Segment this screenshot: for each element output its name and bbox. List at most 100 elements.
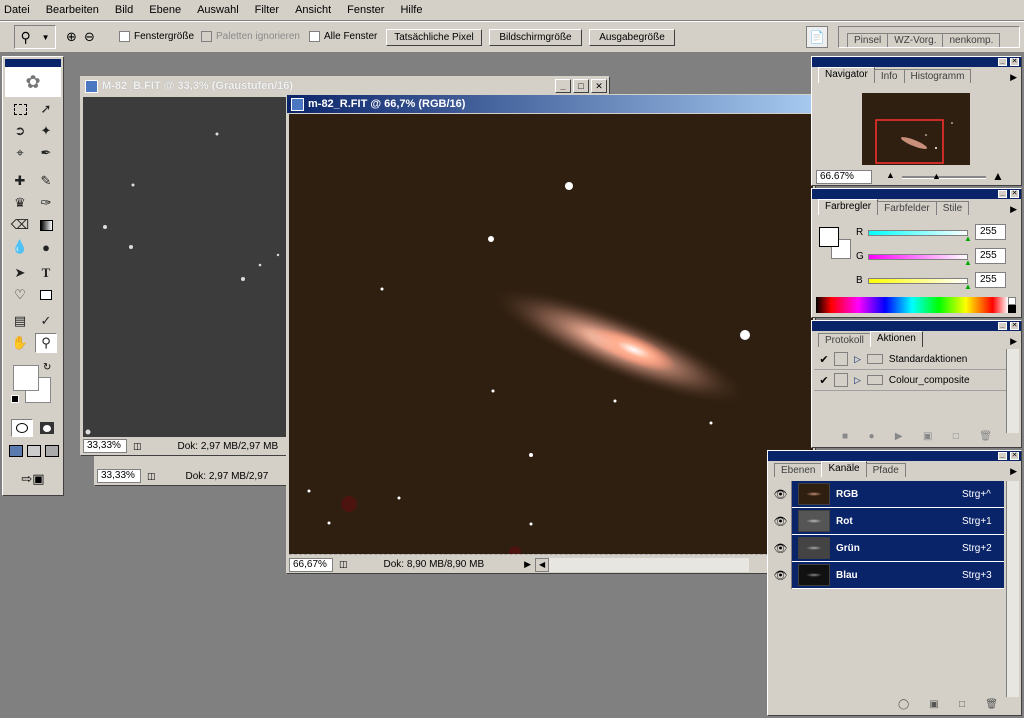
channel-row-rgb[interactable]: 👁 RGB Strg+^ — [770, 480, 1004, 508]
swap-colors-icon[interactable]: ↻ — [43, 362, 51, 373]
fenstergroesse-checkbox[interactable]: Fenstergröße — [119, 31, 194, 42]
bildschirmgroesse-button[interactable]: Bildschirmgröße — [489, 29, 582, 46]
ausgabegroesse-button[interactable]: Ausgabegröße — [589, 29, 675, 46]
tab-aktionen[interactable]: Aktionen — [869, 331, 923, 347]
palette-titlebar[interactable]: _ ✕ — [812, 321, 1021, 331]
new-action-icon[interactable]: □ — [953, 431, 959, 445]
navigator-zoom-field[interactable]: 66.67% — [816, 170, 872, 184]
tab-histogramm[interactable]: Histogramm — [903, 69, 972, 83]
shape-tool-icon[interactable] — [35, 285, 57, 305]
palette-close-button[interactable]: ✕ — [1010, 322, 1019, 330]
menu-ansicht[interactable]: Ansicht — [295, 4, 331, 16]
save-selection-icon[interactable]: ▣ — [929, 699, 938, 713]
brush-tool-icon[interactable]: ✎ — [35, 171, 57, 191]
delete-icon[interactable]: 🗑 — [979, 431, 992, 445]
zoom-field[interactable]: 66,67% — [289, 557, 333, 572]
document-window-b-secondary[interactable]: 33,33% ◫ Dok: 2,97 MB/2,97 — [94, 456, 294, 486]
zoom-field[interactable]: 33,33% — [83, 439, 127, 453]
tab-ebenen[interactable]: Ebenen — [774, 463, 823, 477]
palette-close-button[interactable]: ✕ — [1010, 452, 1019, 460]
healing-brush-tool-icon[interactable]: ✚ — [9, 171, 31, 191]
zoom-tool-preset[interactable]: ⚲ ▼ — [14, 25, 56, 49]
palette-menu-icon[interactable]: ▶ — [1010, 72, 1017, 83]
slider-g[interactable] — [868, 254, 968, 260]
foreground-swatch[interactable] — [819, 227, 839, 247]
menu-filter[interactable]: Filter — [255, 4, 279, 16]
tab-kanaele[interactable]: Kanäle — [821, 461, 867, 477]
dodge-tool-icon[interactable]: ● — [35, 237, 57, 257]
tab-pfade[interactable]: Pfade — [865, 463, 906, 477]
zoom-in-icon[interactable]: ⊕ — [66, 29, 77, 45]
spectrum-black-swatch[interactable] — [1008, 305, 1016, 313]
record-icon[interactable]: ● — [868, 431, 874, 445]
horizontal-scrollbar-track[interactable] — [549, 557, 750, 572]
palette-close-button[interactable]: ✕ — [1010, 190, 1019, 198]
load-selection-icon[interactable]: ◯ — [898, 699, 909, 713]
stop-icon[interactable]: ■ — [842, 431, 848, 445]
screen-mode-full-menu-icon[interactable] — [27, 445, 41, 457]
file-browser-icon[interactable]: 📄 — [806, 26, 828, 48]
palette-minimize-button[interactable]: _ — [998, 452, 1007, 460]
tab-navigator[interactable]: Navigator — [818, 67, 875, 83]
paletten-ignorieren-checkbox[interactable]: Paletten ignorieren — [201, 31, 300, 42]
spectrum-white-swatch[interactable] — [1008, 297, 1016, 305]
checkmark-icon[interactable]: ✔ — [814, 353, 834, 366]
tab-protokoll[interactable]: Protokoll — [818, 333, 871, 347]
crop-tool-icon[interactable]: ⌖ — [9, 143, 31, 163]
foreground-color-swatch[interactable] — [13, 365, 39, 391]
slider-b[interactable] — [868, 278, 968, 284]
move-tool-icon[interactable]: ➚ — [35, 99, 57, 119]
notes-tool-icon[interactable]: ▤ — [9, 311, 31, 331]
tab-farbfelder[interactable]: Farbfelder — [877, 201, 937, 215]
value-field-g[interactable]: 255 — [975, 248, 1006, 264]
delete-channel-icon[interactable]: 🗑 — [985, 699, 998, 713]
value-field-b[interactable]: 255 — [975, 272, 1006, 288]
palette-minimize-button[interactable]: _ — [998, 58, 1007, 66]
path-selection-tool-icon[interactable]: ➤ — [9, 263, 31, 283]
menu-bild[interactable]: Bild — [115, 4, 133, 16]
tab-farbregler[interactable]: Farbregler — [818, 199, 879, 215]
gradient-tool-icon[interactable] — [35, 215, 57, 235]
menu-auswahl[interactable]: Auswahl — [197, 4, 239, 16]
maximize-button[interactable]: □ — [573, 79, 589, 93]
value-field-r[interactable]: 255 — [975, 224, 1006, 240]
palette-titlebar[interactable]: _ ✕ — [812, 57, 1021, 67]
status-menu-arrow-icon[interactable]: ▶ — [524, 559, 531, 570]
palette-titlebar[interactable]: _ ✕ — [768, 451, 1021, 461]
menu-bearbeiten[interactable]: Bearbeiten — [46, 4, 99, 16]
minimize-button[interactable]: _ — [555, 79, 571, 93]
expand-triangle-icon[interactable]: ▷ — [854, 354, 861, 365]
screen-mode-full-icon[interactable] — [45, 445, 59, 457]
navigator-zoom-slider-thumb[interactable]: ▲ — [932, 171, 941, 181]
close-button[interactable]: ✕ — [591, 79, 607, 93]
palette-titlebar[interactable]: _ ✕ — [812, 189, 1021, 199]
navigator-zoom-slider[interactable] — [902, 176, 986, 179]
default-colors-icon[interactable] — [11, 395, 19, 403]
type-tool-icon[interactable]: T — [35, 263, 57, 283]
tatsaechliche-pixel-button[interactable]: Tatsächliche Pixel — [386, 29, 482, 46]
tab-info[interactable]: Info — [873, 69, 905, 83]
new-set-icon[interactable]: ▣ — [923, 431, 932, 445]
zoom-out-icon[interactable]: ⊖ — [84, 29, 95, 45]
play-icon[interactable]: ▶ — [895, 431, 903, 445]
slider-thumb-r[interactable]: ▲ — [964, 234, 972, 243]
zoom-in-small-icon[interactable]: ▲ — [992, 169, 1004, 183]
status-icon[interactable]: ◫ — [133, 441, 142, 452]
palette-close-button[interactable]: ✕ — [1010, 58, 1019, 66]
menu-hilfe[interactable]: Hilfe — [400, 4, 422, 16]
standard-mode-button[interactable] — [11, 419, 33, 437]
zoom-tool-icon[interactable]: ⚲ — [35, 333, 57, 353]
eye-icon[interactable]: 👁 — [770, 561, 792, 589]
vertical-scrollbar[interactable] — [1006, 481, 1019, 697]
status-icon[interactable]: ◫ — [147, 471, 156, 482]
tab-stile[interactable]: Stile — [935, 201, 970, 215]
palette-minimize-button[interactable]: _ — [998, 322, 1007, 330]
magic-wand-tool-icon[interactable]: ✦ — [35, 121, 57, 141]
checkmark-icon[interactable]: ✔ — [814, 374, 834, 387]
dialog-toggle-box[interactable] — [834, 352, 848, 366]
menu-fenster[interactable]: Fenster — [347, 4, 384, 16]
palette-menu-icon[interactable]: ▶ — [1010, 336, 1017, 347]
palette-well-tab-pinsel[interactable]: Pinsel — [847, 33, 889, 47]
new-channel-icon[interactable]: □ — [959, 699, 965, 713]
eye-icon[interactable]: 👁 — [770, 507, 792, 535]
